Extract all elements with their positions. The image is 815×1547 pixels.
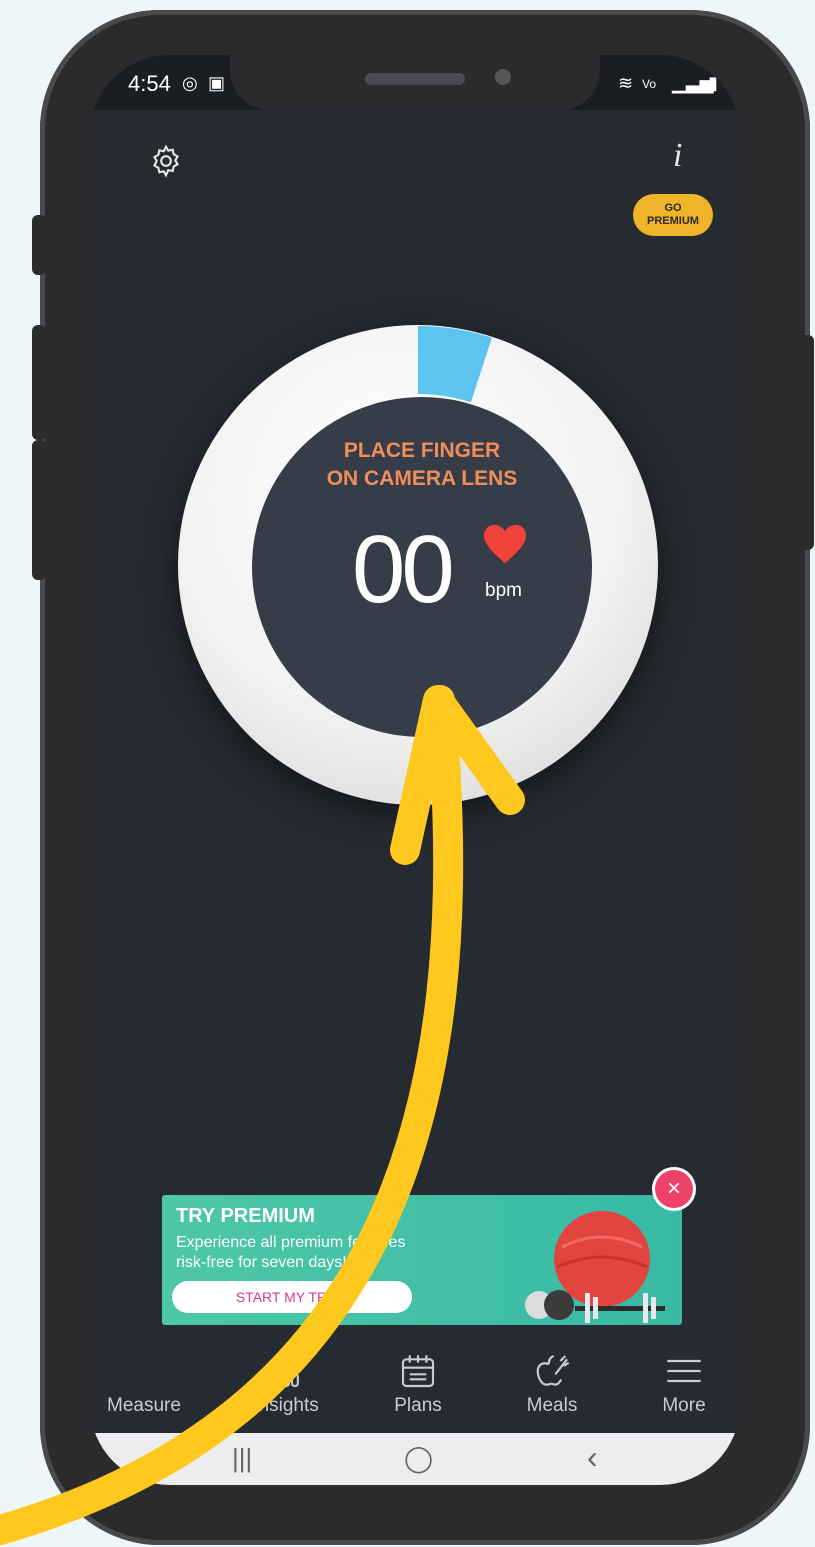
volume-up-button bbox=[32, 325, 46, 440]
whatsapp-icon: ◎ bbox=[182, 73, 198, 93]
power-button bbox=[800, 335, 814, 550]
status-time: 4:54 bbox=[128, 71, 171, 96]
back-button[interactable]: ‹ bbox=[587, 1439, 598, 1476]
gear-icon bbox=[153, 144, 179, 178]
speaker bbox=[365, 73, 465, 85]
volume-down-button bbox=[32, 440, 46, 580]
nav-label-plans: Plans bbox=[394, 1395, 442, 1416]
app-screen: 4:54 ◎ ▣ ≋ Vo ▁▃▅ ▮ i GO PREMIUM PLACE F… bbox=[90, 55, 740, 1485]
nav-item-more[interactable]: More bbox=[634, 1345, 734, 1433]
nav-item-insights[interactable]: Insights bbox=[236, 1345, 336, 1433]
nav-item-plans[interactable]: Plans bbox=[368, 1345, 468, 1433]
instruction-line1: PLACE FINGER bbox=[343, 439, 501, 462]
promo-title: TRY PREMIUM bbox=[176, 1205, 315, 1227]
close-promo-button[interactable]: × bbox=[655, 1170, 693, 1208]
info-icon: i bbox=[673, 137, 683, 174]
instruction-line2: ON CAMERA LENS bbox=[326, 467, 518, 490]
front-camera bbox=[495, 69, 511, 85]
premium-line1: GO bbox=[664, 202, 682, 214]
heart-rate-icon bbox=[94, 1351, 194, 1395]
promo-description: Experience all premium features risk-fre… bbox=[176, 1233, 456, 1273]
premium-line2: PREMIUM bbox=[647, 215, 699, 227]
promo-line2: risk-free for seven days! bbox=[176, 1254, 347, 1271]
measure-instruction: PLACE FINGER ON CAMERA LENS bbox=[252, 437, 592, 493]
bar-chart-icon bbox=[236, 1351, 336, 1395]
go-premium-button[interactable]: GO PREMIUM bbox=[633, 194, 713, 236]
gallery-icon: ▣ bbox=[208, 73, 226, 93]
wifi-icon: ≋ bbox=[618, 73, 634, 93]
volume-button bbox=[32, 215, 46, 275]
heart-icon bbox=[484, 524, 526, 564]
fitness-equipment-illustration bbox=[525, 1211, 665, 1323]
status-bar: 4:54 ◎ ▣ ≋ Vo ▁▃▅ ▮ bbox=[90, 55, 740, 110]
nav-label-insights: Insights bbox=[253, 1395, 319, 1416]
start-trial-button[interactable]: START MY TRIAL bbox=[172, 1281, 412, 1313]
bottom-nav: Measure Insights Plans Meals More bbox=[90, 1345, 740, 1433]
home-button[interactable]: ◯ bbox=[404, 1443, 433, 1474]
system-nav-bar: ||| ◯ ‹ bbox=[90, 1433, 740, 1485]
promo-line1: Experience all premium features bbox=[176, 1234, 406, 1251]
recents-button[interactable]: ||| bbox=[232, 1443, 252, 1474]
nav-item-meals[interactable]: Meals bbox=[502, 1345, 602, 1433]
menu-icon bbox=[634, 1351, 734, 1395]
battery-icon: ▮ bbox=[708, 73, 718, 93]
nav-label-measure: Measure bbox=[107, 1395, 181, 1416]
apple-carrot-icon bbox=[502, 1351, 602, 1395]
camera-notch bbox=[230, 55, 600, 110]
nav-label-meals: Meals bbox=[526, 1395, 578, 1416]
progress-arc bbox=[417, 326, 492, 403]
bpm-unit: bpm bbox=[485, 580, 522, 601]
nav-item-measure[interactable]: Measure bbox=[94, 1345, 194, 1433]
volte-icon: Vo bbox=[642, 77, 657, 91]
info-button[interactable]: i bbox=[673, 137, 682, 175]
nav-label-more: More bbox=[662, 1395, 706, 1416]
premium-promo-banner[interactable]: TRY PREMIUM Experience all premium featu… bbox=[162, 1195, 682, 1325]
bpm-value: 00 bbox=[352, 516, 455, 623]
settings-button[interactable] bbox=[148, 143, 184, 184]
calendar-icon bbox=[368, 1351, 468, 1395]
